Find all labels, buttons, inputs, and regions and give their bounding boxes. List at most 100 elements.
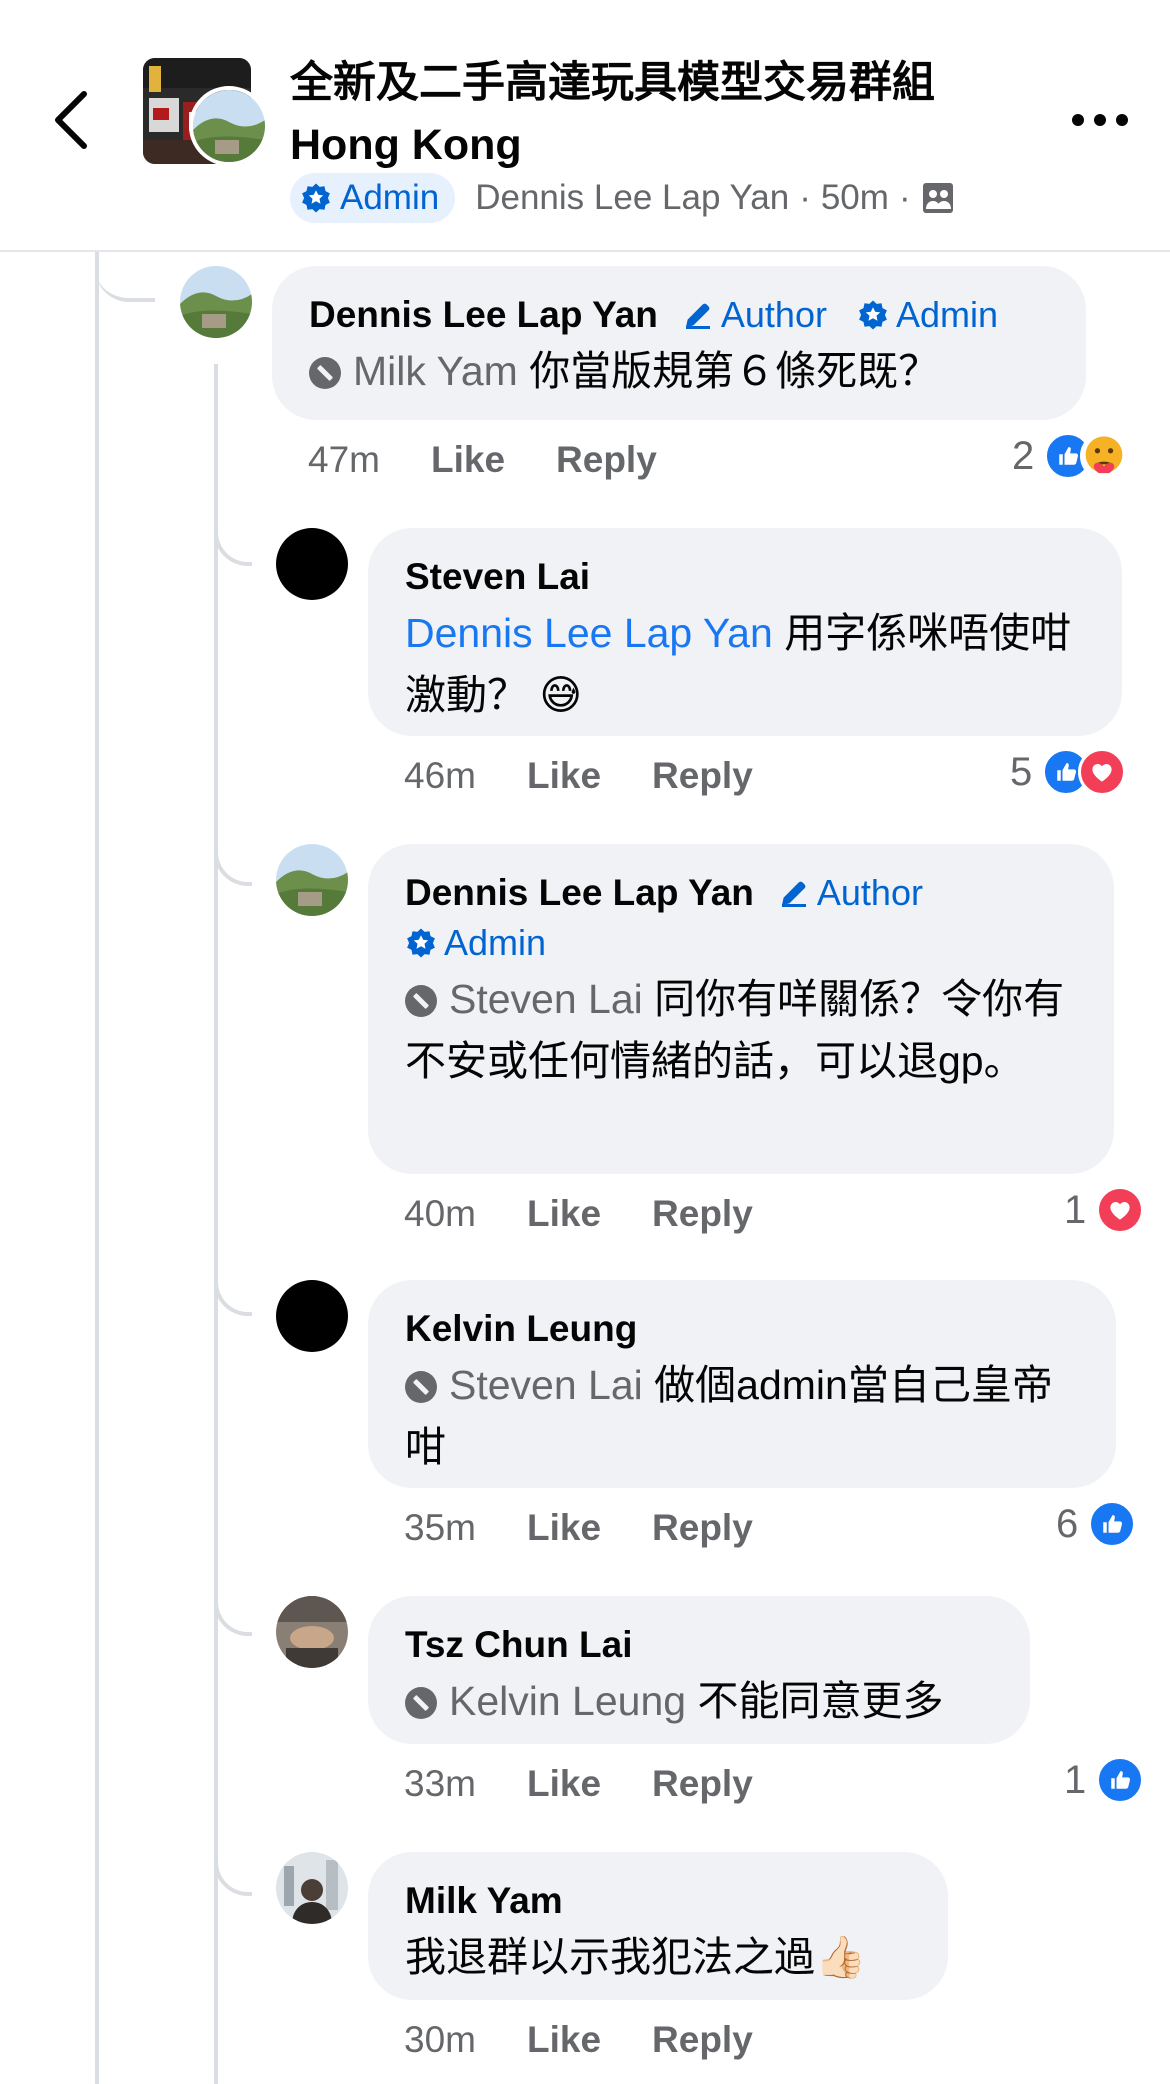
- group-avatar[interactable]: [143, 58, 269, 166]
- comment-body: 我退群以示我犯法之過👍🏻: [405, 1934, 867, 1980]
- admin-badge: Admin: [405, 918, 546, 968]
- reply-button[interactable]: Reply: [652, 1763, 753, 1805]
- avatar[interactable]: [276, 1280, 348, 1352]
- admin-badge-label: Admin: [340, 178, 440, 217]
- like-button[interactable]: Like: [527, 1763, 601, 1805]
- comment-actions: 40m Like Reply: [404, 1188, 753, 1240]
- avatar[interactable]: [276, 1596, 348, 1668]
- more-dots-icon: [1072, 114, 1128, 126]
- thread-connector: [214, 1570, 252, 1636]
- comment-actions: 35m Like Reply: [404, 1502, 753, 1554]
- reply-button[interactable]: Reply: [652, 755, 753, 797]
- thread-connector: [95, 252, 155, 302]
- like-button[interactable]: Like: [527, 1507, 601, 1549]
- admin-badge[interactable]: Admin: [290, 173, 456, 223]
- chevron-left-icon: [55, 91, 87, 149]
- reaction-count: 5: [1010, 749, 1033, 794]
- like-reaction-icon: [1096, 1756, 1145, 1804]
- comment-bubble[interactable]: Kelvin Leung Steven Lai 做個admin當自己皇帝咁: [368, 1280, 1116, 1488]
- more-options-button[interactable]: [1068, 100, 1132, 140]
- thread-connector: [214, 500, 252, 566]
- restricted-icon: [309, 357, 341, 389]
- reaction-summary[interactable]: 1: [1064, 1184, 1145, 1236]
- comment-actions: 47m Like Reply: [308, 434, 657, 486]
- admin-badge: Admin: [857, 290, 998, 340]
- mention[interactable]: Milk Yam: [353, 348, 518, 394]
- reaction-summary[interactable]: 2: [1012, 430, 1129, 482]
- comment-author[interactable]: Tsz Chun Lai: [405, 1620, 632, 1670]
- thread-line: [95, 252, 99, 2084]
- mention[interactable]: Dennis Lee Lap Yan: [405, 610, 773, 656]
- star-badge-icon: [300, 182, 332, 214]
- pencil-icon: [682, 299, 714, 331]
- post-time[interactable]: 50m: [821, 178, 889, 218]
- group-profile-image: [189, 86, 269, 166]
- reply-button[interactable]: Reply: [652, 1193, 753, 1235]
- comment-bubble[interactable]: Steven Lai Dennis Lee Lap Yan 用字係咪唔使咁激動？…: [368, 528, 1122, 736]
- like-button[interactable]: Like: [527, 755, 601, 797]
- like-button[interactable]: Like: [527, 1193, 601, 1235]
- reaction-summary[interactable]: 5: [1010, 746, 1127, 798]
- reaction-summary[interactable]: 1: [1064, 1754, 1145, 1806]
- love-reaction-icon: [1096, 1186, 1145, 1234]
- like-reaction-icon: [1088, 1500, 1137, 1548]
- comment-time[interactable]: 35m: [404, 1507, 476, 1549]
- comment-author[interactable]: Kelvin Leung: [405, 1304, 637, 1354]
- post-meta: Admin Dennis Lee Lap Yan · 50m ·: [290, 172, 955, 224]
- comment-bubble[interactable]: Milk Yam 我退群以示我犯法之過👍🏻: [368, 1852, 948, 2000]
- avatar[interactable]: [276, 528, 348, 600]
- reaction-count: 1: [1064, 1187, 1087, 1232]
- avatar[interactable]: [180, 266, 252, 338]
- author-badge-label: Author: [816, 872, 923, 913]
- author-badge: Author: [778, 868, 923, 918]
- comment-author[interactable]: Milk Yam: [405, 1876, 563, 1926]
- comment-time[interactable]: 46m: [404, 755, 476, 797]
- comment-text: Steven Lai 做個admin當自己皇帝咁: [405, 1354, 1079, 1478]
- thread-connector: [214, 1830, 252, 1896]
- comment-time[interactable]: 33m: [404, 1763, 476, 1805]
- reaction-summary[interactable]: 6: [1056, 1498, 1137, 1550]
- comment-text: Kelvin Leung 不能同意更多: [405, 1670, 993, 1732]
- comment-text: Dennis Lee Lap Yan 用字係咪唔使咁激動？ 😅: [405, 602, 1085, 726]
- reply-button[interactable]: Reply: [556, 439, 657, 481]
- reaction-count: 2: [1012, 433, 1035, 478]
- post-header: 全新及二手高達玩具模型交易群組 Hong Kong Admin Dennis L…: [0, 0, 1170, 252]
- star-badge-icon: [405, 927, 437, 959]
- author-badge-label: Author: [720, 294, 827, 335]
- group-title[interactable]: 全新及二手高達玩具模型交易群組 Hong Kong: [290, 52, 1010, 176]
- comment-text: Steven Lai 同你有咩關係？令你有不安或任何情緒的話，可以退gp。: [405, 968, 1077, 1092]
- back-button[interactable]: [48, 88, 96, 152]
- comment-time[interactable]: 40m: [404, 1193, 476, 1235]
- thread-line: [214, 364, 218, 2084]
- avatar[interactable]: [276, 844, 348, 916]
- avatar[interactable]: [276, 1852, 348, 1924]
- like-button[interactable]: Like: [431, 439, 505, 481]
- comment-bubble[interactable]: Tsz Chun Lai Kelvin Leung 不能同意更多: [368, 1596, 1030, 1744]
- comment-author[interactable]: Dennis Lee Lap Yan: [309, 290, 658, 340]
- restricted-icon: [405, 985, 437, 1017]
- reaction-count: 1: [1064, 1757, 1087, 1802]
- comment-author[interactable]: Steven Lai: [405, 552, 590, 602]
- comment-bubble[interactable]: Dennis Lee Lap Yan Author Admin Milk Yam…: [272, 266, 1086, 420]
- post-author[interactable]: Dennis Lee Lap Yan: [475, 178, 789, 218]
- reply-button[interactable]: Reply: [652, 1507, 753, 1549]
- love-reaction-icon: [1078, 748, 1127, 796]
- mention[interactable]: Steven Lai: [449, 976, 643, 1022]
- comment-author[interactable]: Dennis Lee Lap Yan: [405, 868, 754, 918]
- care-reaction-icon: [1080, 432, 1129, 480]
- like-button[interactable]: Like: [527, 2019, 601, 2061]
- comment-bubble[interactable]: Dennis Lee Lap Yan Author Admin Steven L…: [368, 844, 1114, 1174]
- comment-actions: 46m Like Reply: [404, 750, 753, 802]
- mention[interactable]: Steven Lai: [449, 1362, 643, 1408]
- comment-body: 不能同意更多: [697, 1678, 944, 1724]
- reply-button[interactable]: Reply: [652, 2019, 753, 2061]
- separator: ·: [799, 178, 811, 217]
- comment-actions: 33m Like Reply: [404, 1758, 753, 1810]
- comment-time[interactable]: 30m: [404, 2019, 476, 2061]
- members-icon: [922, 183, 953, 213]
- author-badge: Author: [682, 290, 827, 340]
- mention[interactable]: Kelvin Leung: [449, 1678, 686, 1724]
- pencil-icon: [778, 877, 810, 909]
- thread-connector: [214, 820, 252, 886]
- comment-time[interactable]: 47m: [308, 439, 380, 481]
